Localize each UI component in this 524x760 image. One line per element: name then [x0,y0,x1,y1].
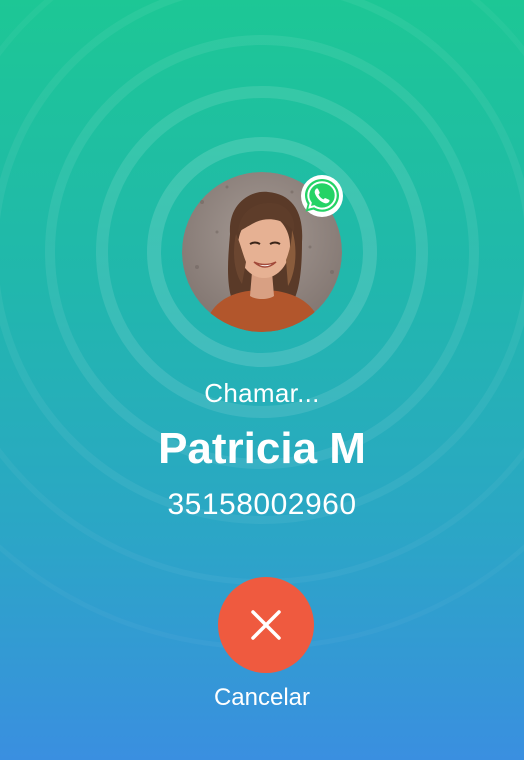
cancel-label: Cancelar [213,684,311,711]
avatar-container [182,172,343,332]
contact-name: Patricia M [158,424,366,473]
phone-number: 35158002960 [167,488,357,521]
call-status: Chamar... [204,378,320,408]
cancel-call-button[interactable] [218,577,314,673]
incoming-call-screen: Chamar... Patricia M 35158002960 Cancela… [0,0,524,760]
close-icon [251,610,281,640]
whatsapp-icon [301,175,343,217]
